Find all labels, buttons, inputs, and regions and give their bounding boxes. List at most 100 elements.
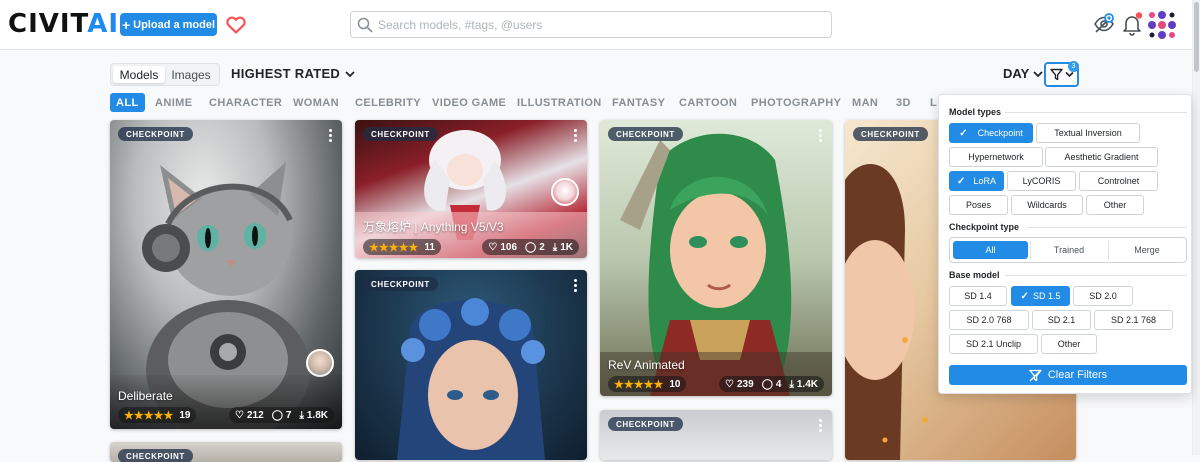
chip-lycoris[interactable]: LyCORIS (1007, 171, 1076, 191)
card-menu-icon[interactable] (574, 129, 578, 144)
chip-sd-2-1[interactable]: SD 2.1 (1032, 310, 1091, 330)
heart-icon[interactable] (224, 12, 248, 36)
checkpoint-badge: CHECKPOINT (853, 127, 928, 141)
chip-sd-2-1-768[interactable]: SD 2.1 768 (1094, 310, 1173, 330)
checkpoint-type-trained[interactable]: Trained (1032, 241, 1106, 259)
period-dropdown[interactable]: DAY (1003, 66, 1043, 81)
model-types-title: Model types (949, 107, 1002, 117)
heart-outline-icon: ♡ (235, 409, 244, 421)
card-menu-icon[interactable] (819, 129, 823, 144)
chip-poses[interactable]: Poses (949, 195, 1008, 215)
model-card-blue-flowers[interactable]: CHECKPOINT (355, 270, 587, 460)
tag-man[interactable]: MAN (846, 93, 884, 112)
heart-outline-icon: ♡ (488, 241, 498, 253)
tag-woman[interactable]: WOMAN (287, 93, 345, 112)
chip-sd-2-0[interactable]: SD 2.0 (1073, 286, 1133, 306)
model-title: Deliberate (118, 389, 173, 403)
divider (1030, 241, 1031, 259)
chip-sd-1-4[interactable]: SD 1.4 (949, 286, 1007, 306)
likes-count: 239 (737, 378, 754, 390)
card-menu-icon[interactable] (574, 279, 578, 294)
tag-video-game[interactable]: VIDEO GAME (426, 93, 512, 112)
tag-3d[interactable]: 3D (890, 93, 917, 112)
chip-textual-inversion[interactable]: Textual Inversion (1036, 123, 1140, 143)
search-icon (357, 17, 373, 33)
model-card-anything-v5[interactable]: CHECKPOINT 万象熔炉 | Anything V5/V3 ★★★★★ 11… (355, 120, 587, 258)
card-footer: 万象熔炉 | Anything V5/V3 ★★★★★ 11 ♡ 106 ◯ 2 ⤓ 1… (355, 212, 587, 258)
checkpoint-type-title: Checkpoint type (949, 222, 1020, 232)
chip-sd-2-1-unclip[interactable]: SD 2.1 Unclip (949, 334, 1038, 354)
engagement-pill: ♡ 239 ◯ 4 ⤓ 1.4K (719, 376, 824, 392)
tag-photography[interactable]: PHOTOGRAPHY (745, 93, 847, 112)
upload-model-button[interactable]: + Upload a model (120, 13, 217, 36)
chip-sd-1-5[interactable]: ✓ SD 1.5 (1011, 286, 1070, 306)
rating-pill: ★★★★★ 11 (363, 239, 441, 255)
clear-filters-button[interactable]: Clear Filters (949, 365, 1187, 385)
toggle-models[interactable]: Models (113, 66, 165, 83)
civitai-logo[interactable]: CIVITAI (8, 10, 119, 38)
star-rating-icon: ★★★★★ (614, 378, 664, 391)
rating-count: 10 (669, 378, 681, 390)
upload-model-label: Upload a model (133, 18, 216, 31)
creator-avatar[interactable] (306, 349, 334, 377)
tag-filter-strip: ALL ANIME CHARACTER WOMAN CELEBRITY VIDE… (110, 93, 940, 113)
chip-wildcards[interactable]: Wildcards (1011, 195, 1083, 215)
sort-dropdown[interactable]: HIGHEST RATED (231, 66, 355, 81)
sort-label: HIGHEST RATED (231, 66, 341, 81)
check-icon: ✓ (959, 127, 968, 139)
card-menu-icon[interactable] (819, 419, 823, 434)
card-menu-icon[interactable] (329, 129, 333, 144)
chip-label: Checkpoint (977, 128, 1023, 138)
search-input[interactable] (378, 15, 818, 35)
chip-label: Textual Inversion (1054, 128, 1122, 138)
chip-label: Aesthetic Gradient (1064, 152, 1139, 162)
comment-icon: ◯ (271, 409, 283, 421)
model-card-misty[interactable]: CHECKPOINT (600, 410, 832, 460)
chip-controlnet[interactable]: Controlnet (1079, 171, 1158, 191)
card-footer: Deliberate ★★★★★ 19 ♡ 212 ◯ 7 ⤓ 1.8K (110, 375, 342, 429)
divider (1027, 227, 1187, 228)
tag-character[interactable]: CHARACTER (203, 93, 288, 112)
creator-avatar[interactable] (551, 178, 579, 206)
plus-icon: + (121, 16, 131, 33)
tag-celebrity[interactable]: CELEBRITY (349, 93, 427, 112)
chip-other-base[interactable]: Other (1041, 334, 1097, 354)
downloads-count: 1.8K (306, 409, 328, 421)
checkpoint-type-merge[interactable]: Merge (1110, 241, 1184, 259)
models-images-toggle: Models Images (110, 63, 220, 86)
model-card-deliberate[interactable]: CHECKPOINT Deliberate ★★★★★ 19 ♡ 212 ◯ 7 ⤓ 1… (110, 120, 342, 429)
chip-label: SD 2.1 768 (1110, 315, 1157, 325)
chip-other-type[interactable]: Other (1086, 195, 1144, 215)
likes-count: 106 (500, 241, 518, 253)
chip-checkpoint[interactable]: ✓ Checkpoint (949, 123, 1033, 143)
comments-count: 7 (285, 409, 292, 421)
tag-all[interactable]: ALL (110, 93, 145, 112)
tag-anime[interactable]: ANIME (149, 93, 198, 112)
model-card-rev-animated[interactable]: CHECKPOINT ReV Animated ★★★★★ 10 ♡ 239 ◯ 4 … (600, 120, 832, 396)
toggle-images[interactable]: Images (165, 66, 217, 83)
tag-illustration[interactable]: ILLUSTRATION (511, 93, 608, 112)
model-card-bottom-left[interactable]: CHECKPOINT (110, 442, 342, 462)
chip-lora[interactable]: ✓ LoRA (949, 171, 1004, 191)
divider (1005, 275, 1187, 276)
eye-off-icon[interactable] (1092, 12, 1116, 36)
card-stats: ★★★★★ 10 ♡ 239 ◯ 4 ⤓ 1.4K (608, 376, 824, 392)
search-box[interactable] (350, 11, 832, 38)
model-title: 万象熔炉 | Anything V5/V3 (363, 220, 504, 234)
tag-fantasy[interactable]: FANTASY (606, 93, 671, 112)
bell-icon[interactable] (1120, 12, 1144, 36)
chip-aesthetic-gradient[interactable]: Aesthetic Gradient (1045, 147, 1158, 167)
chip-sd-2-0-768[interactable]: SD 2.0 768 (949, 310, 1029, 330)
check-icon: ✓ (957, 175, 966, 187)
tag-cartoon[interactable]: CARTOON (673, 93, 743, 112)
checkpoint-badge: CHECKPOINT (608, 127, 683, 141)
star-rating-icon: ★★★★★ (124, 409, 174, 422)
chip-label: Other (1057, 339, 1081, 349)
user-avatar-icon[interactable] (1147, 10, 1177, 40)
rating-pill: ★★★★★ 10 (608, 376, 687, 392)
filter-panel: Model types ✓ Checkpoint Textual Inversio… (938, 94, 1192, 394)
top-header: CIVITAI + Upload a model (0, 0, 1200, 50)
chip-hypernetwork[interactable]: Hypernetwork (949, 147, 1043, 167)
checkpoint-type-all[interactable]: All (953, 241, 1028, 259)
page-scrollbar-thumb[interactable] (1194, 2, 1199, 72)
